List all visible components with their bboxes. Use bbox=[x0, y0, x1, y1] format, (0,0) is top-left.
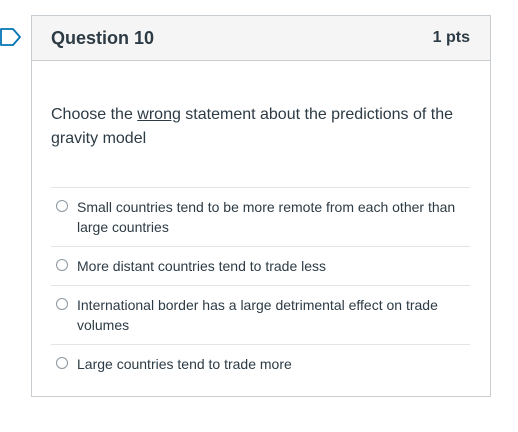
radio-button[interactable] bbox=[56, 200, 68, 212]
answer-option[interactable]: More distant countries tend to trade les… bbox=[51, 247, 470, 286]
answer-list: Small countries tend to be more remote f… bbox=[51, 187, 470, 383]
question-points: 1 pts bbox=[432, 29, 470, 46]
question-text: Choose the wrong statement about the pre… bbox=[51, 103, 463, 151]
question-card: Question 10 1 pts Choose the wrong state… bbox=[31, 15, 491, 397]
radio-button[interactable] bbox=[56, 357, 68, 369]
question-header: Question 10 1 pts bbox=[32, 16, 490, 61]
flag-icon[interactable] bbox=[0, 28, 22, 46]
answer-option[interactable]: International border has a large detrime… bbox=[51, 286, 470, 345]
answer-label[interactable]: More distant countries tend to trade les… bbox=[77, 256, 462, 276]
radio-button[interactable] bbox=[56, 259, 68, 271]
question-text-emphasis: wrong bbox=[137, 106, 181, 123]
answer-option[interactable]: Large countries tend to trade more bbox=[51, 345, 470, 383]
answer-label[interactable]: Large countries tend to trade more bbox=[77, 354, 462, 374]
answer-option[interactable]: Small countries tend to be more remote f… bbox=[51, 188, 470, 247]
question-body: Choose the wrong statement about the pre… bbox=[32, 103, 490, 383]
radio-button[interactable] bbox=[56, 298, 68, 310]
question-text-before: Choose the bbox=[51, 106, 138, 123]
answer-label[interactable]: International border has a large detrime… bbox=[77, 295, 462, 335]
answer-label[interactable]: Small countries tend to be more remote f… bbox=[77, 197, 462, 237]
question-title: Question 10 bbox=[51, 27, 155, 48]
